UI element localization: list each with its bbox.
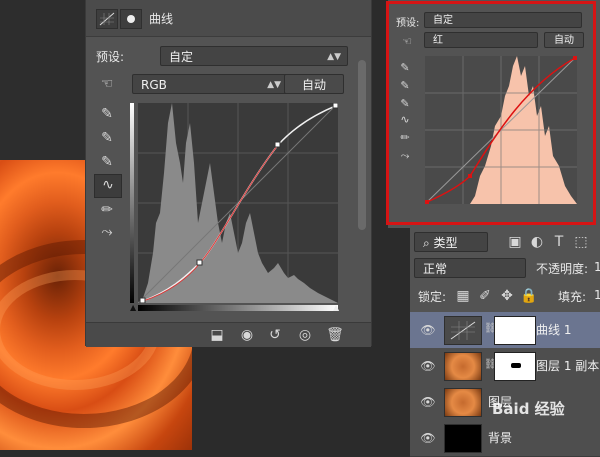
auto-button[interactable]: 自动: [284, 74, 344, 94]
mask-icon[interactable]: [120, 9, 142, 29]
visibility-eye-icon[interactable]: 👁: [420, 384, 436, 420]
layer-name: 图层 1 副本: [536, 359, 600, 373]
image-filter-icon[interactable]: ▣: [504, 232, 526, 252]
curves-adjustment-icon[interactable]: [96, 9, 118, 29]
panel-scrollbar[interactable]: [358, 60, 366, 230]
lock-label: 锁定:: [418, 290, 447, 304]
curves-graph[interactable]: [137, 102, 339, 304]
blend-mode-dropdown[interactable]: 正常: [414, 258, 526, 278]
curves-properties-panel: 曲线 预设: 自定 ▲▼ ☜ RGB ▲▼ 自动 ✎ ✎ ✎ ∿ ✏ ⤳ ▲ ▲…: [85, 0, 372, 347]
hand-target-icon[interactable]: ☜: [96, 74, 118, 94]
clip-to-layer-icon[interactable]: ⬓: [206, 325, 228, 345]
curve-point: [196, 259, 203, 266]
text-filter-icon[interactable]: T: [548, 232, 570, 252]
filter-kind-value: 类型: [433, 236, 458, 250]
layer-row-copy[interactable]: 👁 ⛓ 图层 1 副本: [410, 348, 600, 385]
preset-value: 自定: [169, 50, 194, 64]
curve-point-tool-icon[interactable]: ∿: [94, 174, 122, 198]
fill-label: 填充:: [558, 290, 587, 304]
curve-point: [139, 297, 146, 304]
input-gradient-bar: [138, 305, 338, 311]
channel-value: RGB: [141, 78, 167, 92]
layer-name: 背景: [488, 431, 513, 445]
search-icon: ⌕: [423, 236, 434, 250]
lock-all-icon[interactable]: 🔒: [518, 286, 540, 306]
visibility-eye-icon[interactable]: 👁: [420, 420, 436, 456]
preset-label: 预设:: [96, 50, 125, 64]
opacity-value[interactable]: 1: [594, 260, 600, 274]
panel-header: 曲线: [86, 0, 371, 37]
visibility-eye-icon[interactable]: ◎: [294, 325, 316, 345]
delete-trash-icon[interactable]: 🗑: [324, 325, 346, 345]
opacity-label: 不透明度:: [536, 262, 589, 276]
layer-filter-dropdown[interactable]: ⌕ 类型: [414, 232, 488, 252]
layer-thumbnail: [444, 388, 482, 417]
layer-name: 曲线 1: [536, 323, 572, 337]
highlight-frame: [386, 1, 596, 225]
visibility-eye-icon[interactable]: 👁: [420, 312, 436, 348]
eyedropper-black-icon[interactable]: ✎: [96, 104, 118, 124]
layer-thumbnail: [444, 424, 482, 453]
curve-point: [274, 141, 281, 148]
panel-footer: ⬓ ◉ ↺ ◎ 🗑: [86, 322, 371, 347]
dropdown-arrow-icon: ▲▼: [327, 52, 341, 62]
blend-mode-value: 正常: [423, 262, 448, 276]
fill-value[interactable]: 1: [594, 288, 600, 302]
layer-thumbnail: [444, 352, 482, 381]
panel-title: 曲线: [149, 12, 174, 26]
lock-paint-icon[interactable]: ✐: [474, 286, 496, 306]
adjustment-filter-icon[interactable]: ◐: [526, 232, 548, 252]
layer-row-background[interactable]: 👁 背景: [410, 420, 600, 457]
black-point-slider-icon[interactable]: ▲: [130, 303, 138, 312]
eyedropper-white-icon[interactable]: ✎: [96, 152, 118, 172]
eyedropper-gray-icon[interactable]: ✎: [96, 128, 118, 148]
layer-mask-thumbnail[interactable]: [494, 316, 536, 345]
visibility-eye-icon[interactable]: 👁: [420, 348, 436, 384]
channel-dropdown[interactable]: RGB ▲▼: [132, 74, 288, 94]
dropdown-arrow-icon: ▲▼: [267, 80, 281, 90]
preset-dropdown[interactable]: 自定 ▲▼: [160, 46, 348, 66]
smooth-icon[interactable]: ⤳: [96, 222, 118, 242]
reset-icon[interactable]: ↺: [264, 325, 286, 345]
curves-layer-icon: [444, 316, 482, 345]
layer-row-curves[interactable]: 👁 ⛓ 曲线 1: [410, 312, 600, 349]
lock-transparency-icon[interactable]: ▦: [452, 286, 474, 306]
watermark: Baid 经验: [492, 400, 565, 418]
view-previous-icon[interactable]: ◉: [236, 325, 258, 345]
curve-point: [332, 102, 339, 109]
layer-mask-thumbnail[interactable]: [494, 352, 536, 381]
output-gradient-bar: [130, 103, 134, 303]
lock-position-icon[interactable]: ✥: [496, 286, 518, 306]
shape-filter-icon[interactable]: ⬚: [570, 232, 592, 252]
pencil-icon[interactable]: ✏: [96, 200, 118, 220]
white-point-slider-icon[interactable]: ▲: [333, 303, 341, 312]
